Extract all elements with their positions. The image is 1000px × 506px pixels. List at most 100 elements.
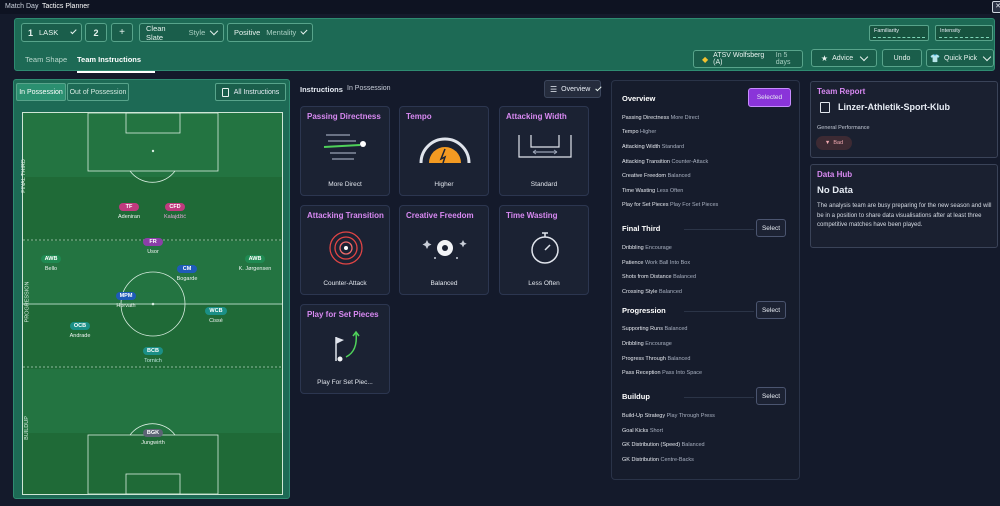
breadcrumb-chevron-icon: › bbox=[35, 3, 38, 10]
section-buildup: Buildup bbox=[622, 392, 650, 401]
select-buildup-button[interactable]: Select bbox=[756, 387, 786, 405]
player-name: K. Jørgensen bbox=[238, 266, 272, 272]
select-final-third-button[interactable]: Select bbox=[756, 219, 786, 237]
intensity-label: Intensity bbox=[940, 28, 961, 34]
all-instructions-button[interactable]: All Instructions bbox=[215, 83, 286, 101]
team-report-panel[interactable]: Team Report Linzer-Athletik-Sport-Klub G… bbox=[810, 81, 998, 158]
tab-team-shape[interactable]: Team Shape bbox=[25, 55, 67, 64]
card-creative-freedom[interactable]: Creative Freedom Balanced bbox=[399, 205, 489, 295]
card-title: Attacking Transition bbox=[307, 211, 384, 220]
data-hub-panel[interactable]: Data Hub No Data The analysis team are b… bbox=[810, 164, 998, 248]
card-title: Attacking Width bbox=[506, 112, 567, 121]
card-attacking-width[interactable]: Attacking Width Standard bbox=[499, 106, 589, 196]
row-key: Time Wasting bbox=[622, 188, 656, 194]
star-icon: ★ bbox=[820, 53, 829, 63]
overview-row: GK Distribution (Speed) Balanced bbox=[622, 442, 705, 448]
tab-team-instructions[interactable]: Team Instructions bbox=[77, 55, 141, 64]
overview-row: Tempo Higher bbox=[622, 129, 656, 135]
player-name: Kalajdžić bbox=[163, 214, 186, 220]
mentality-selector[interactable]: Positive Mentality bbox=[227, 23, 313, 42]
close-icon[interactable]: ✕ bbox=[992, 1, 1000, 13]
row-key: Play for Set Pieces bbox=[622, 202, 669, 208]
player-token[interactable]: BCB Tornich bbox=[118, 339, 188, 364]
add-tactic-button[interactable]: + bbox=[111, 23, 133, 42]
toggle-in-possession[interactable]: In Possession bbox=[16, 83, 66, 101]
chevron-down-icon bbox=[300, 27, 308, 35]
overview-row: Dribbling Encourage bbox=[622, 341, 672, 347]
card-tempo[interactable]: Tempo Higher bbox=[399, 106, 489, 196]
toggle-out-of-possession[interactable]: Out of Possession bbox=[67, 83, 129, 101]
player-name: Bogarde bbox=[176, 276, 198, 282]
familiarity-label: Familiarity bbox=[874, 28, 900, 34]
row-value: Encourage bbox=[645, 341, 672, 347]
formation-selector[interactable]: 1 LASK bbox=[21, 23, 82, 42]
select-progression-button[interactable]: Select bbox=[756, 301, 786, 319]
player-name: Usor bbox=[147, 249, 159, 255]
formation-team: LASK bbox=[39, 28, 59, 37]
overview-title: Overview bbox=[622, 94, 656, 103]
row-key: Dribbling bbox=[622, 245, 644, 251]
all-instructions-label: All Instructions bbox=[233, 88, 280, 96]
row-key: Supporting Runs bbox=[622, 326, 663, 332]
next-match-info[interactable]: ◆ ATSV Wolfsberg (A) In 5 days bbox=[693, 50, 803, 68]
style-selector[interactable]: Clean Slate Style bbox=[139, 23, 224, 42]
speedometer-icon bbox=[419, 137, 471, 164]
player-token[interactable]: AWB K. Jørgensen bbox=[220, 247, 290, 272]
card-title: Creative Freedom bbox=[406, 211, 474, 220]
selected-button[interactable]: Selected bbox=[748, 88, 791, 107]
advice-button[interactable]: ★ Advice bbox=[811, 49, 877, 67]
card-title: Passing Directness bbox=[307, 112, 381, 121]
familiarity-meter[interactable]: Familiarity bbox=[869, 25, 929, 41]
card-play-for-set-pieces[interactable]: Play for Set Pieces Play For Set Piec... bbox=[300, 304, 390, 394]
mentality-name: Positive bbox=[234, 28, 261, 37]
instructions-title: Instructions bbox=[300, 85, 343, 94]
quick-pick-button[interactable]: 👕 Quick Pick bbox=[926, 49, 994, 67]
style-name: Clean Slate bbox=[146, 23, 166, 42]
player-token[interactable]: WCB Cissé bbox=[181, 299, 251, 324]
tactic-slot-button[interactable]: 2 bbox=[85, 23, 107, 42]
intensity-bar bbox=[939, 37, 989, 38]
row-key: Attacking Width bbox=[622, 144, 661, 150]
overview-row: Progress Through Balanced bbox=[622, 356, 690, 362]
familiarity-bar bbox=[873, 37, 925, 38]
intensity-meter[interactable]: Intensity bbox=[935, 25, 993, 41]
club-crest-icon: ◆ bbox=[702, 54, 709, 64]
row-value: Counter-Attack bbox=[671, 159, 709, 165]
player-token[interactable]: FR Usor bbox=[118, 230, 188, 255]
team-report-title: Team Report bbox=[817, 87, 866, 96]
chevron-down-icon bbox=[595, 84, 602, 91]
position-badge: MPM bbox=[115, 292, 137, 300]
card-value: Balanced bbox=[430, 280, 458, 287]
club-crest-icon bbox=[820, 102, 830, 113]
card-value: Standard bbox=[530, 181, 558, 188]
clipboard-icon bbox=[221, 87, 229, 97]
player-token[interactable]: OCB Andrade bbox=[45, 314, 115, 339]
row-key: Tempo bbox=[622, 129, 639, 135]
chevron-down-icon bbox=[70, 27, 77, 35]
player-token[interactable]: CM Bogarde bbox=[152, 257, 222, 282]
overview-row: Time Wasting Less Often bbox=[622, 188, 683, 194]
player-name: Horvath bbox=[116, 303, 136, 309]
card-time-wasting[interactable]: Time Wasting Less Often bbox=[499, 205, 589, 295]
player-token[interactable]: AWB Bello bbox=[16, 247, 86, 272]
list-icon: ☰ bbox=[550, 84, 558, 94]
advice-label: Advice bbox=[832, 54, 854, 62]
breadcrumb-parent[interactable]: Match Day bbox=[5, 3, 38, 10]
overview-row: Dribbling Encourage bbox=[622, 245, 672, 251]
view-selector[interactable]: ☰ Overview bbox=[544, 80, 602, 98]
view-label: Overview bbox=[561, 85, 591, 93]
section-final-third: Final Third bbox=[622, 224, 661, 233]
player-token[interactable]: MPM Horvath bbox=[91, 284, 161, 309]
player-token[interactable]: CFD Kalajdžić bbox=[140, 195, 210, 220]
card-value: More Direct bbox=[328, 181, 362, 188]
player-name: Tornich bbox=[144, 358, 162, 364]
performance-badge: ▼ Bad bbox=[816, 136, 852, 150]
row-key: Creative Freedom bbox=[622, 173, 667, 179]
row-value: Standard bbox=[661, 144, 685, 150]
player-token[interactable]: BGK Jungwirth bbox=[118, 421, 188, 446]
card-passing-directness[interactable]: Passing Directness More Direct bbox=[300, 106, 390, 196]
undo-button[interactable]: Undo bbox=[882, 49, 922, 67]
card-attacking-transition[interactable]: Attacking Transition Counter-Attack bbox=[300, 205, 390, 295]
breadcrumb-current: Tactics Planner bbox=[42, 3, 90, 10]
style-label: Style bbox=[188, 28, 206, 37]
